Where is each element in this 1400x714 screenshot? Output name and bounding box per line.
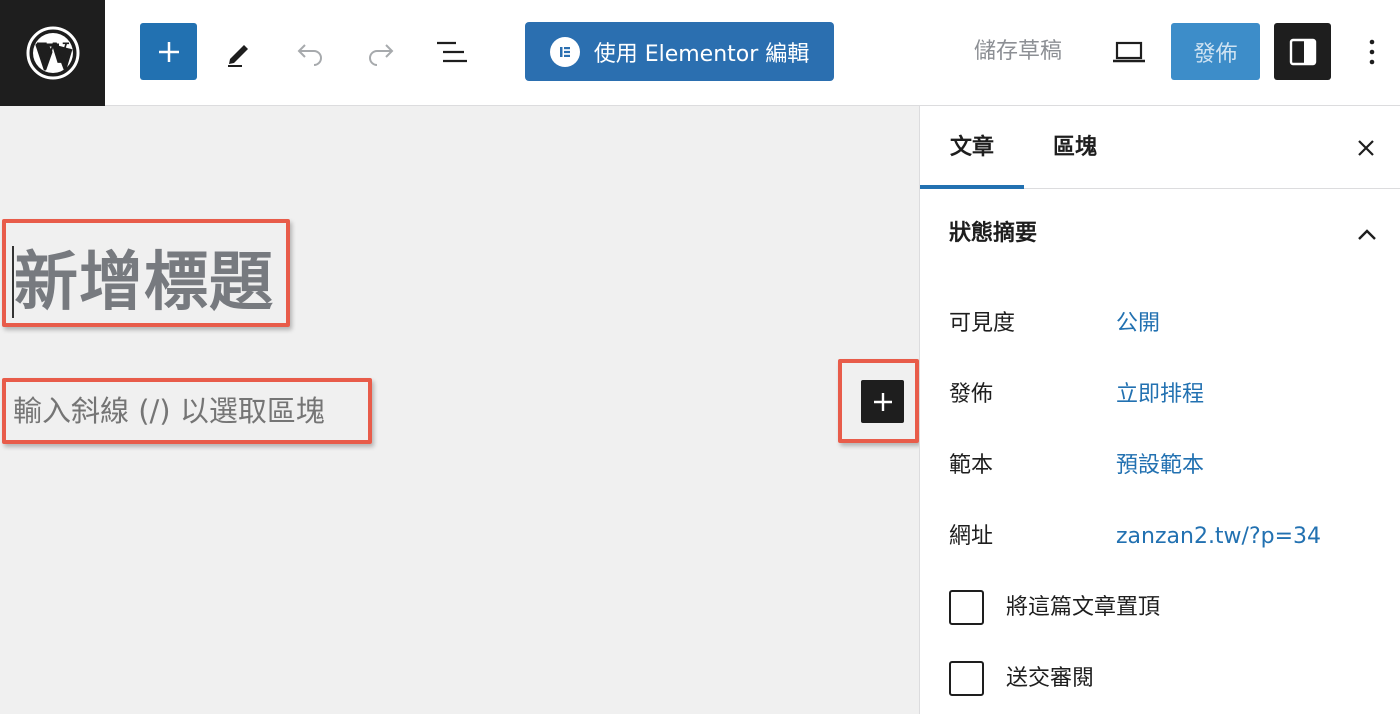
settings-sidebar: 文章 區塊 狀態摘要 可見度 公開 發佈 立即排程 範本 預設範本 網址 zan… xyxy=(919,106,1400,714)
undo-button[interactable] xyxy=(285,27,335,77)
redo-icon xyxy=(369,44,394,66)
wordpress-logo-button[interactable]: W xyxy=(0,0,105,106)
settings-toggle-button[interactable] xyxy=(1274,23,1331,80)
more-vertical-icon xyxy=(1369,39,1375,65)
pending-review-checkbox[interactable] xyxy=(949,661,984,696)
chevron-up-icon xyxy=(1358,229,1376,240)
paragraph-block-input[interactable]: 輸入斜線 (/) 以選取區塊 xyxy=(13,389,325,433)
plus-icon xyxy=(158,41,179,62)
visibility-value-link[interactable]: 公開 xyxy=(1116,308,1160,340)
template-label: 範本 xyxy=(949,453,994,478)
editor-toolbar: W 使用 Elementor 編輯 儲存草稿 發佈 xyxy=(0,0,1400,106)
url-value-link[interactable]: zanzan2.tw/?p=34 xyxy=(1116,521,1321,553)
post-title-input[interactable]: 新增標題 xyxy=(14,240,274,326)
wordpress-icon: W xyxy=(26,26,79,80)
elementor-icon xyxy=(549,36,580,67)
edit-with-elementor-button[interactable]: 使用 Elementor 編輯 xyxy=(525,22,834,81)
tab-block[interactable]: 區塊 xyxy=(1030,106,1120,189)
sidebar-icon xyxy=(1289,38,1316,65)
pencil-icon xyxy=(228,45,248,67)
collapse-panel-button[interactable] xyxy=(1352,220,1382,250)
document-overview-button[interactable] xyxy=(427,27,477,77)
publish-schedule-link[interactable]: 立即排程 xyxy=(1116,379,1204,411)
save-draft-button[interactable]: 儲存草稿 xyxy=(958,30,1078,74)
url-label: 網址 xyxy=(949,524,994,549)
block-inserter-button[interactable] xyxy=(140,23,197,80)
text-caret xyxy=(12,246,14,318)
editor-canvas: 新增標題 輸入斜線 (/) 以選取區塊 xyxy=(0,106,919,714)
list-view-icon xyxy=(437,41,467,63)
pending-review-label: 送交審閱 xyxy=(1006,666,1095,691)
preview-button[interactable] xyxy=(1104,27,1154,77)
stick-to-top-checkbox[interactable] xyxy=(949,590,984,625)
options-menu-button[interactable] xyxy=(1352,27,1392,77)
sidebar-tabs: 文章 區塊 xyxy=(920,106,1400,189)
publish-label: 發佈 xyxy=(949,382,994,407)
add-block-button[interactable] xyxy=(861,380,904,423)
tab-post[interactable]: 文章 xyxy=(920,106,1024,189)
plus-icon xyxy=(873,392,892,411)
elementor-button-label: 使用 Elementor 編輯 xyxy=(593,41,810,67)
summary-panel-title[interactable]: 狀態摘要 xyxy=(949,218,1037,250)
tools-button[interactable] xyxy=(214,27,264,77)
close-icon xyxy=(1358,140,1374,156)
redo-button[interactable] xyxy=(356,27,406,77)
svg-text:W: W xyxy=(36,37,69,70)
visibility-label: 可見度 xyxy=(949,311,1016,336)
publish-button[interactable]: 發佈 xyxy=(1171,23,1260,80)
stick-to-top-label: 將這篇文章置頂 xyxy=(1006,595,1161,620)
close-sidebar-button[interactable] xyxy=(1346,128,1386,168)
template-value-link[interactable]: 預設範本 xyxy=(1116,450,1204,482)
undo-icon xyxy=(297,44,322,66)
laptop-icon xyxy=(1113,41,1145,63)
